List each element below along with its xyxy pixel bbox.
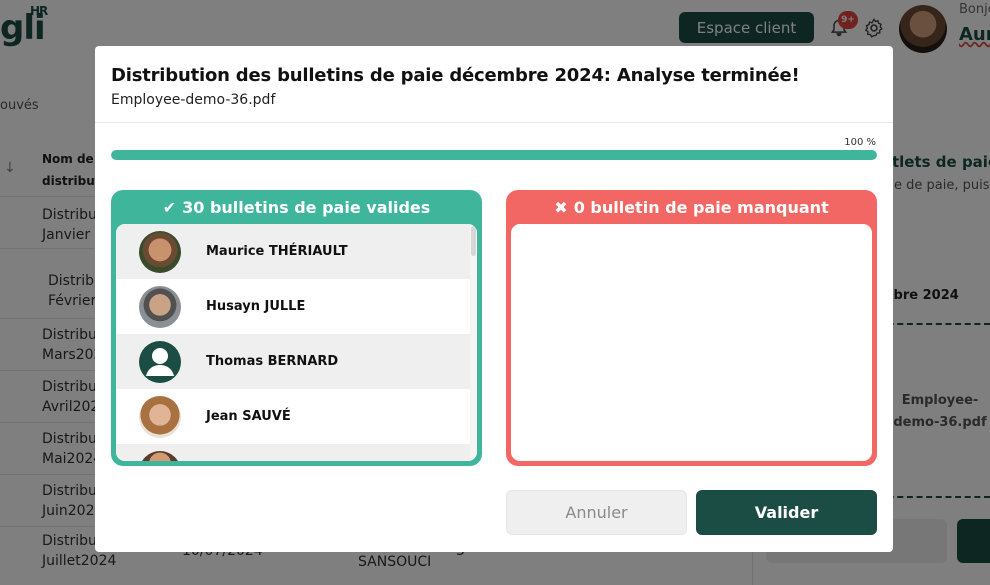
list-item[interactable]: Thomas BERNARD [116, 334, 470, 389]
progress-fill [111, 150, 877, 160]
valid-panel-header: ✔ 30 bulletins de paie valides [111, 190, 482, 224]
progress-percentage: 100 % [844, 137, 876, 148]
missing-panel-title: 0 bulletin de paie manquant [573, 197, 829, 217]
check-icon: ✔ [162, 197, 177, 217]
modal-filename: Employee-demo-36.pdf [111, 92, 276, 108]
employee-name: Maurice THÉRIAULT [206, 244, 348, 259]
missing-list-container [511, 224, 872, 461]
missing-panel-header: ✖ 0 bulletin de paie manquant [506, 190, 877, 224]
cancel-button[interactable]: Annuler [506, 490, 687, 535]
avatar [139, 230, 181, 273]
list-item[interactable]: Jean SAUVÉ [116, 389, 470, 444]
employee-list[interactable]: Maurice THÉRIAULT Husayn JULLE Thomas BE… [116, 224, 470, 461]
valid-panel-title: 30 bulletins de paie valides [182, 197, 431, 217]
valid-list-container: Maurice THÉRIAULT Husayn JULLE Thomas BE… [116, 224, 477, 461]
avatar [139, 395, 181, 438]
list-item[interactable]: Maurice THÉRIAULT [116, 224, 470, 279]
modal-title: Distribution des bulletins de paie décem… [111, 65, 800, 86]
user-placeholder-icon [146, 347, 174, 376]
list-item[interactable] [116, 444, 470, 461]
employee-name: Thomas BERNARD [206, 354, 339, 369]
missing-payslips-panel: ✖ 0 bulletin de paie manquant [506, 190, 877, 466]
confirm-button[interactable]: Valider [696, 490, 877, 535]
scrollbar-thumb[interactable] [471, 226, 476, 256]
valid-payslips-panel: ✔ 30 bulletins de paie valides Maurice T… [111, 190, 482, 466]
list-item[interactable]: Husayn JULLE [116, 279, 470, 334]
avatar [139, 450, 181, 461]
avatar [139, 285, 181, 328]
employee-name: Jean SAUVÉ [206, 409, 291, 424]
progress-bar [111, 150, 877, 160]
cross-icon: ✖ [554, 197, 568, 217]
employee-name: Husayn JULLE [206, 299, 306, 314]
scrollbar[interactable] [470, 224, 477, 461]
analysis-modal: Distribution des bulletins de paie décem… [95, 46, 893, 552]
avatar [139, 340, 181, 383]
modal-divider [95, 122, 893, 123]
